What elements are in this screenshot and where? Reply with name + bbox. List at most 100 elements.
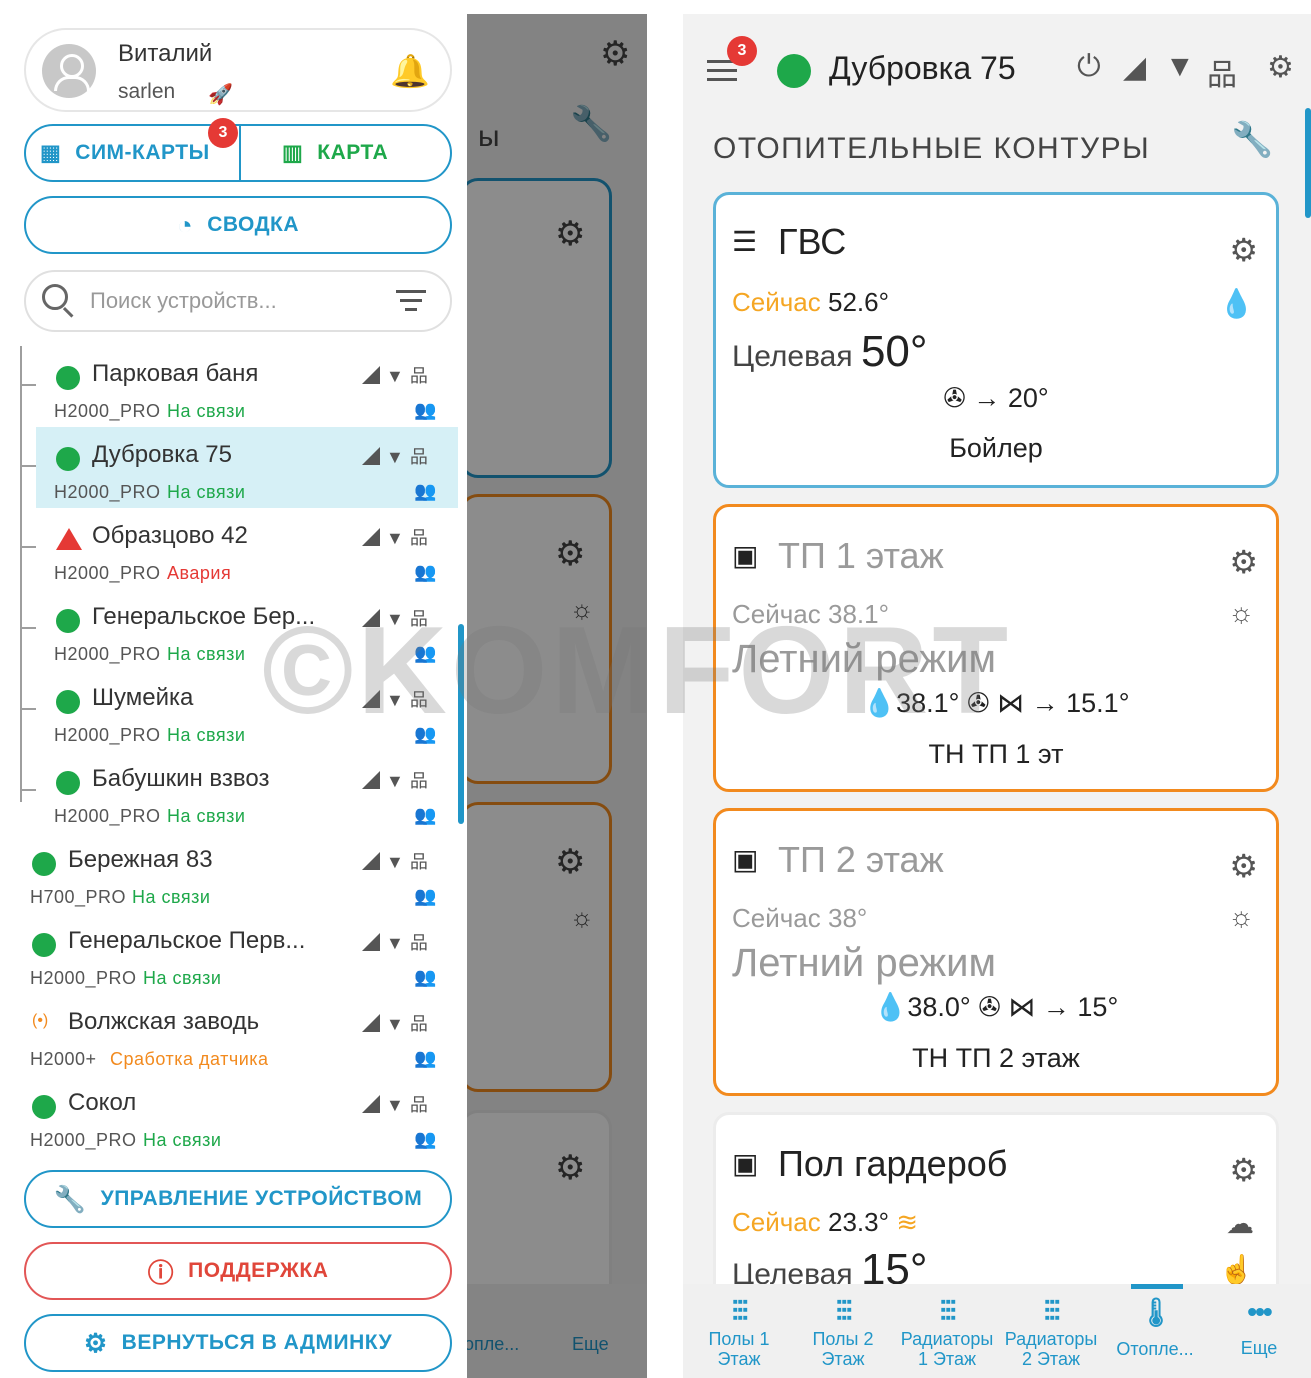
sim-badge: 3 xyxy=(208,118,238,148)
return-to-admin-label: ВЕРНУТЬСЯ В АДМИНКУ xyxy=(121,1331,393,1354)
sim-card-icon: ▦ xyxy=(40,140,62,165)
device-list: Парковая баня H2000_PRO На связи ◢▼品 👥 Дубров… xyxy=(10,346,467,1176)
online-status-dot xyxy=(56,447,80,471)
circuit-title: ТП 1 этаж xyxy=(778,535,944,576)
support-button[interactable]: ⓘ ПОДДЕРЖКА xyxy=(24,1242,452,1300)
user-login: sarlen xyxy=(118,80,176,103)
users-icon: 👥 xyxy=(414,481,437,501)
device-title: Дубровка 75 xyxy=(829,50,1016,86)
device-model: H700_PRO xyxy=(30,887,127,907)
device-connection-state: Авария xyxy=(167,563,232,583)
sliders-icon: ⫶⫶⫶ xyxy=(731,1296,748,1327)
online-status-dot xyxy=(32,1095,56,1119)
nav-radiators-2[interactable]: ⫶⫶⫶ Радиаторы 2 Этаж xyxy=(999,1284,1103,1378)
sun-icon: ☼ xyxy=(1228,597,1254,628)
device-connection-state: На связи xyxy=(167,725,246,745)
rocket-icon: 🚀 xyxy=(208,84,233,106)
heating-icon: ≋ xyxy=(896,1207,919,1237)
nav-more[interactable]: ••• Еще xyxy=(1207,1284,1311,1378)
current-temp: Сейчас 52.6° xyxy=(732,287,890,317)
thermometer-icon: 🌡 xyxy=(1138,1297,1174,1328)
users-icon: 👥 xyxy=(414,562,437,582)
sliders-icon: ⫶⫶⫶ xyxy=(939,1296,956,1327)
floor-heating-icon: ▣ xyxy=(732,1148,759,1179)
device-model: H2000_PRO xyxy=(54,482,161,502)
device-list-item[interactable]: Генеральское Перв... H2000_PRO На связи ◢▼品… xyxy=(10,913,458,994)
online-status-dot xyxy=(56,366,80,390)
return-to-admin-button[interactable]: ⚙ ВЕРНУТЬСЯ В АДМИНКУ xyxy=(24,1314,452,1372)
tree-branch xyxy=(20,384,36,386)
signal-icon: ◢ xyxy=(1123,51,1147,84)
device-name: Образцово 42 xyxy=(92,522,248,549)
bell-icon[interactable]: 🔔 xyxy=(390,52,430,90)
summary-button[interactable]: ◔ СВОДКА xyxy=(24,196,452,254)
device-name: Бабушкин взвоз xyxy=(92,765,270,792)
nav-floors-2[interactable]: ⫶⫶⫶ Полы 2 Этаж xyxy=(791,1284,895,1378)
online-status-dot xyxy=(56,771,80,795)
sim-cards-label: СИМ-КАРТЫ xyxy=(75,141,210,164)
search-input[interactable]: Поиск устройств... xyxy=(90,288,277,314)
signal-icons: ◢▼品 xyxy=(362,933,434,953)
heat-source: Бойлер xyxy=(949,433,1043,463)
help-icon: ⓘ xyxy=(147,1257,175,1288)
water-drop-icon: 💧 xyxy=(873,992,908,1022)
sensor-alert-icon: (•) xyxy=(32,1012,49,1029)
sim-map-group: ▦ СИМ-КАРТЫ ▥ КАРТА 3 xyxy=(24,118,452,182)
device-name: Волжская заводь xyxy=(68,1008,260,1035)
device-list-item[interactable]: Бабушкин взвоз H2000_PRO На связи ◢▼品 👥 xyxy=(36,751,458,832)
current-temp: Сейчас 23.3° ≋ xyxy=(732,1207,919,1237)
nav-radiators-1[interactable]: ⫶⫶⫶ Радиаторы 1 Этаж xyxy=(895,1284,999,1378)
circuit-title: ТП 2 этаж xyxy=(778,839,944,880)
menu-button[interactable] xyxy=(707,60,737,87)
device-list-item[interactable]: Парковая баня H2000_PRO На связи ◢▼品 👥 xyxy=(36,346,458,427)
signal-icons: ◢▼品 xyxy=(362,528,434,548)
signal-icons: ◢▼品 xyxy=(362,366,434,386)
fan-icon: ✇ xyxy=(943,383,966,413)
signal-icons: ◢▼品 xyxy=(362,1095,434,1115)
device-connection-state: На связи xyxy=(143,968,222,988)
gear-icon[interactable]: ⚙ xyxy=(1229,543,1258,581)
content-scrollbar[interactable] xyxy=(1305,108,1311,218)
current-temp: Сейчас 38° xyxy=(732,903,868,933)
device-management-button[interactable]: 🔧 УПРАВЛЕНИЕ УСТРОЙСТВОМ xyxy=(24,1170,452,1228)
gear-icon[interactable]: ⚙ xyxy=(1229,231,1258,269)
filter-icon[interactable] xyxy=(396,290,426,317)
device-list-item[interactable]: Бережная 83 H700_PRO На связи ◢▼品 👥 xyxy=(10,832,458,913)
user-name: Виталий xyxy=(118,40,213,67)
device-management-label: УПРАВЛЕНИЕ УСТРОЙСТВОМ xyxy=(100,1187,423,1210)
wrench-icon[interactable]: 🔧 xyxy=(1231,120,1273,160)
search-icon xyxy=(42,284,68,310)
users-icon: 👥 xyxy=(414,1129,437,1149)
gear-icon[interactable]: ⚙ xyxy=(1229,847,1258,885)
more-icon: ••• xyxy=(1247,1296,1272,1327)
gear-icon[interactable]: ⚙ xyxy=(1229,1151,1258,1189)
admin-icon: ⚙ xyxy=(83,1327,108,1358)
summary-label: СВОДКА xyxy=(207,213,300,236)
user-profile[interactable]: Виталий sarlen 🚀 🔔 xyxy=(24,28,452,112)
mode-label: Летний режим xyxy=(732,941,997,985)
device-connection-state: На связи xyxy=(167,806,246,826)
watermark: ©KOMFORT xyxy=(262,602,1013,740)
device-list-item[interactable]: Образцово 42 H2000_PRO Авария ◢▼品 👥 xyxy=(36,508,458,589)
device-list-item[interactable]: (•) Волжская заводь H2000+ Сработка датчика… xyxy=(10,994,458,1075)
gear-icon[interactable]: ⚙ xyxy=(1267,50,1294,85)
wrench-icon: 🔧 xyxy=(53,1183,87,1214)
users-icon: 👥 xyxy=(414,967,437,987)
circuit-card-gvs[interactable]: ☰ ГВС ⚙ 💧 Сейчас 52.6° Целевая 50° ✇ → 2… xyxy=(713,192,1279,488)
map-button[interactable]: ▥ КАРТА xyxy=(282,126,452,180)
circuit-card-tp2[interactable]: ▣ ТП 2 этаж ⚙ ☼ Сейчас 38° Летний режим … xyxy=(713,808,1279,1096)
nav-heating[interactable]: 🌡 Отопле... xyxy=(1103,1284,1207,1378)
device-list-item[interactable]: Сокол H2000_PRO На связи ◢▼品 👥 xyxy=(10,1075,458,1156)
device-name: Сокол xyxy=(68,1089,137,1116)
valve-icon: ⋈ xyxy=(1008,992,1036,1022)
alarm-icon xyxy=(56,528,82,550)
device-connection-state: На связи xyxy=(143,1130,222,1150)
device-connection-state: На связи xyxy=(167,644,246,664)
device-list-item[interactable]: Дубровка 75 H2000_PRO На связи ◢▼品 👥 xyxy=(36,427,458,508)
device-search[interactable]: Поиск устройств... xyxy=(24,270,452,332)
nav-floors-1[interactable]: ⫶⫶⫶ Полы 1 Этаж xyxy=(687,1284,791,1378)
bottom-navigation: ⫶⫶⫶ Полы 1 Этаж ⫶⫶⫶ Полы 2 Этаж ⫶⫶⫶ Ради… xyxy=(683,1284,1311,1378)
online-status-dot xyxy=(32,933,56,957)
tree-branch xyxy=(20,708,36,710)
support-label: ПОДДЕРЖКА xyxy=(188,1259,329,1282)
